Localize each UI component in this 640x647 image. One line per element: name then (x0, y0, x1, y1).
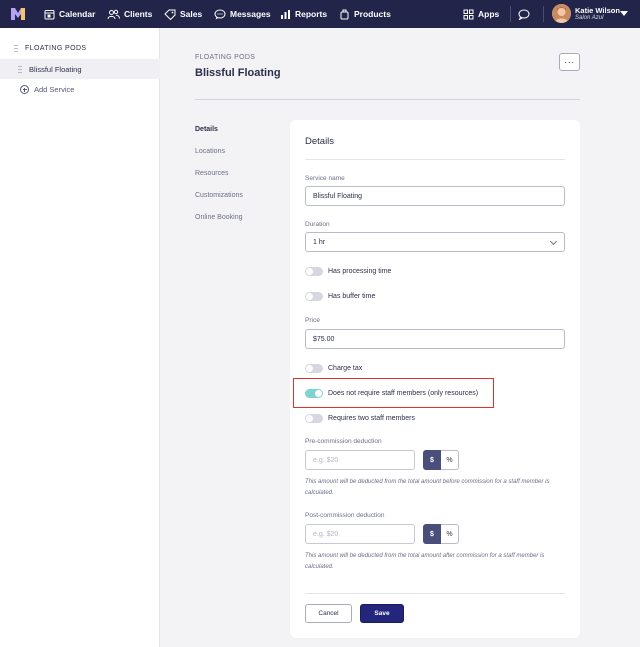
nav-clients[interactable]: Clients (107, 0, 152, 28)
reports-icon (281, 9, 290, 19)
post-commission-dollar-toggle[interactable]: $ (423, 524, 441, 544)
pre-commission-hint: This amount will be deducted from the to… (305, 479, 550, 496)
duration-select[interactable]: 1 hr (305, 232, 565, 252)
ellipsis-icon: ··· (564, 56, 575, 67)
nav-calendar[interactable]: Calendar (44, 0, 95, 28)
toggle-processing-time[interactable]: Has processing time (305, 267, 391, 276)
page-title: Blissful Floating (195, 67, 281, 79)
nav-sales[interactable]: Sales (164, 0, 202, 28)
post-commission-label: Post-commission deduction (305, 512, 385, 519)
pre-commission-percent-toggle[interactable]: % (441, 450, 459, 470)
more-options-button[interactable]: ··· (559, 53, 580, 71)
toggle-buffer-time[interactable]: Has buffer time (305, 292, 375, 301)
price-value: $75.00 (313, 335, 335, 343)
pre-commission-label: Pre-commission deduction (305, 438, 382, 445)
card-title: Details (305, 136, 335, 147)
drag-handle-icon[interactable] (18, 64, 22, 74)
nav-apps-label: Apps (478, 9, 500, 19)
toggle-label: Charge tax (328, 365, 363, 372)
footer-divider (305, 593, 565, 594)
products-icon (340, 9, 349, 19)
price-label: Price (305, 317, 320, 324)
chevron-down-icon (549, 237, 558, 246)
service-name-value: Blissful Floating (313, 192, 363, 200)
add-service-label: Add Service (34, 85, 75, 94)
nav-reports-label: Reports (295, 9, 328, 19)
sidebar-item-label: Blissful Floating (29, 64, 82, 74)
add-service-link[interactable]: Add Service (20, 85, 74, 94)
messages-icon (214, 9, 226, 19)
duration-value: 1 hr (313, 238, 326, 246)
drag-handle-icon[interactable] (14, 44, 18, 53)
calendar-icon (44, 9, 55, 19)
nav-products[interactable]: Products (339, 0, 391, 28)
section-tab-online-booking[interactable]: Online Booking (195, 214, 242, 221)
pre-commission-dollar-toggle[interactable]: $ (423, 450, 441, 470)
clients-icon (107, 9, 120, 19)
pre-commission-placeholder: e.g. $20 (313, 456, 339, 464)
nav-divider (543, 6, 544, 22)
toggle-label: Requires two staff members (328, 415, 416, 422)
nav-reports[interactable]: Reports (280, 0, 327, 28)
service-name-input[interactable]: Blissful Floating (305, 186, 565, 206)
nav-products-label: Products (354, 9, 391, 19)
pre-commission-input[interactable]: e.g. $20 (305, 450, 415, 470)
toggle-two-staff[interactable]: Requires two staff members (305, 414, 415, 423)
toggle-switch[interactable] (305, 292, 323, 301)
nav-messages-label: Messages (230, 9, 271, 19)
service-sidebar: FLOATING PODS Blissful Floating Add Serv… (0, 28, 160, 647)
sidebar-category-label: FLOATING PODS (25, 45, 87, 52)
post-commission-input[interactable]: e.g. $20 (305, 524, 415, 544)
section-tab-locations[interactable]: Locations (195, 148, 225, 155)
nav-calendar-label: Calendar (59, 9, 96, 19)
section-tab-resources[interactable]: Resources (195, 170, 228, 177)
toggle-switch[interactable] (305, 267, 323, 276)
tag-icon (164, 9, 176, 20)
header-divider (195, 99, 580, 100)
price-input[interactable]: $75.00 (305, 329, 565, 349)
post-commission-percent-toggle[interactable]: % (441, 524, 459, 544)
nav-apps[interactable]: Apps (463, 0, 499, 28)
user-location[interactable]: Salon Azul (575, 15, 603, 21)
user-menu-caret-icon[interactable] (620, 11, 628, 16)
nav-divider (510, 6, 511, 22)
app-logo-icon[interactable] (10, 6, 26, 22)
breadcrumb[interactable]: FLOATING PODS (195, 54, 255, 61)
user-avatar[interactable] (552, 4, 571, 23)
chat-button[interactable] (518, 0, 534, 28)
toggle-label: Has processing time (328, 268, 392, 275)
card-divider (305, 159, 565, 160)
sidebar-item-blissful-floating[interactable]: Blissful Floating (0, 59, 160, 79)
save-button[interactable]: Save (360, 604, 404, 623)
user-name[interactable]: Katie Wilson (575, 6, 620, 15)
service-name-label: Service name (305, 175, 345, 182)
duration-label: Duration (305, 221, 330, 228)
cancel-button[interactable]: Cancel (305, 604, 352, 623)
toggle-charge-tax[interactable]: Charge tax (305, 364, 362, 373)
sidebar-category[interactable]: FLOATING PODS (14, 44, 86, 53)
section-tab-details[interactable]: Details (195, 126, 218, 133)
section-tab-customizations[interactable]: Customizations (195, 192, 243, 199)
user-photo-icon (552, 4, 571, 23)
nav-clients-label: Clients (124, 9, 153, 19)
nav-messages[interactable]: Messages (214, 0, 271, 28)
highlight-box (293, 378, 494, 408)
toggle-label: Has buffer time (328, 293, 376, 300)
post-commission-placeholder: e.g. $20 (313, 530, 339, 538)
post-commission-hint: This amount will be deducted from the to… (305, 553, 545, 570)
plus-circle-icon (20, 85, 29, 94)
top-navigation-bar: Calendar Clients Sales Messages Reports … (0, 0, 640, 28)
apps-grid-icon (463, 9, 474, 19)
chat-bubble-icon (518, 9, 530, 20)
toggle-switch[interactable] (305, 364, 323, 373)
nav-sales-label: Sales (180, 9, 203, 19)
toggle-switch[interactable] (305, 414, 323, 423)
